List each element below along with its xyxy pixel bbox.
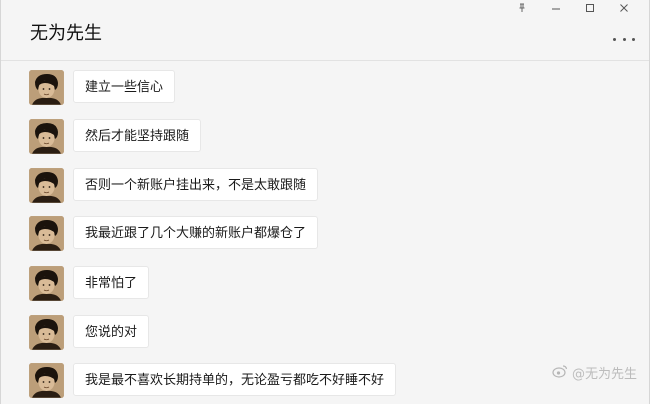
weibo-logo-icon bbox=[552, 364, 568, 382]
message-bubble[interactable]: 您说的对 bbox=[73, 315, 150, 348]
message-row: 否则一个新账户挂出来，不是太敢跟随 bbox=[29, 168, 319, 203]
close-icon bbox=[619, 3, 629, 13]
avatar[interactable] bbox=[29, 168, 64, 203]
window-controls bbox=[505, 0, 641, 16]
message-list[interactable]: 建立一些信心 然后才能坚持跟随否则一个新账户挂出来，不是太敢跟随 我最近跟了几个大赚… bbox=[1, 60, 649, 404]
maximize-button[interactable] bbox=[573, 0, 607, 16]
minimize-button[interactable] bbox=[539, 0, 573, 16]
message-bubble[interactable]: 我最近跟了几个大赚的新账户都爆仓了 bbox=[73, 216, 319, 249]
message-row: 我最近跟了几个大赚的新账户都爆仓了 bbox=[29, 216, 319, 251]
avatar[interactable] bbox=[29, 363, 64, 398]
message-bubble[interactable]: 建立一些信心 bbox=[73, 70, 176, 103]
more-options-button[interactable] bbox=[613, 34, 635, 44]
message-row: 我是最不喜欢长期持单的，无论盈亏都吃不好睡不好 bbox=[29, 363, 397, 398]
avatar[interactable] bbox=[29, 119, 64, 154]
maximize-icon bbox=[585, 3, 595, 13]
message-row: 非常怕了 bbox=[29, 266, 150, 301]
watermark: @无为先生 bbox=[552, 363, 637, 382]
message-row: 您说的对 bbox=[29, 315, 150, 350]
message-bubble[interactable]: 否则一个新账户挂出来，不是太敢跟随 bbox=[73, 168, 319, 201]
title-bar: 无为先生 bbox=[1, 0, 649, 61]
more-icon bbox=[613, 37, 616, 41]
message-bubble[interactable]: 然后才能坚持跟随 bbox=[73, 119, 202, 152]
message-row: 建立一些信心 bbox=[29, 70, 176, 105]
avatar[interactable] bbox=[29, 266, 64, 301]
watermark-text: @无为先生 bbox=[571, 367, 637, 382]
avatar[interactable] bbox=[29, 315, 64, 350]
pin-button[interactable] bbox=[505, 0, 539, 16]
avatar[interactable] bbox=[29, 216, 64, 251]
close-button[interactable] bbox=[607, 0, 641, 16]
message-row: 然后才能坚持跟随 bbox=[29, 119, 202, 154]
minimize-icon bbox=[551, 3, 561, 13]
message-bubble[interactable]: 我是最不喜欢长期持单的，无论盈亏都吃不好睡不好 bbox=[73, 363, 397, 396]
chat-title: 无为先生 bbox=[30, 23, 102, 44]
pin-icon bbox=[517, 3, 527, 13]
chat-window: 无为先生 建立一些信心 然后才能坚持跟随 否则一个新账户挂出来，不是太敢跟随 我… bbox=[0, 0, 650, 404]
avatar[interactable] bbox=[29, 70, 64, 105]
message-bubble[interactable]: 非常怕了 bbox=[73, 266, 150, 299]
